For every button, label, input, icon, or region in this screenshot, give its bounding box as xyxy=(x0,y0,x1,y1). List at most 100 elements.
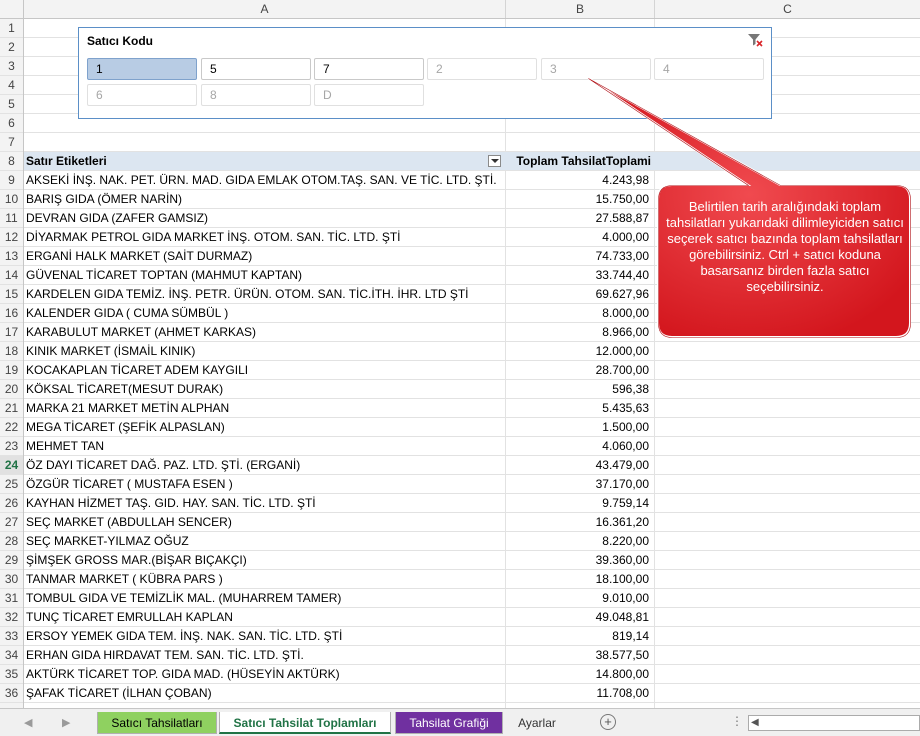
pivot-row-label[interactable]: KALENDER GIDA ( CUMA SÜMBÜL ) xyxy=(26,304,504,322)
pivot-row-label[interactable]: AKSEKİ İNŞ. NAK. PET. ÜRN. MAD. GIDA EML… xyxy=(26,171,504,189)
row-header[interactable]: 11 xyxy=(0,209,23,228)
row-header[interactable]: 34 xyxy=(0,646,23,665)
row-header[interactable]: 21 xyxy=(0,399,23,418)
row-header[interactable]: 6 xyxy=(0,114,23,133)
pivot-row-label[interactable]: ERSOY YEMEK GIDA TEM. İNŞ. NAK. SAN. TİC… xyxy=(26,627,504,645)
tab-split-handle-icon[interactable]: ⋮ xyxy=(731,714,743,728)
row-header[interactable]: 31 xyxy=(0,589,23,608)
pivot-row-label[interactable]: BARIŞ GIDA (ÖMER NARİN) xyxy=(26,190,504,208)
pivot-row-label[interactable]: DİYARMAK PETROL GIDA MARKET İNŞ. OTOM. S… xyxy=(26,228,504,246)
filter-dropdown-icon[interactable] xyxy=(488,155,501,167)
pivot-row-label[interactable]: ŞİMŞEK GROSS MAR.(BİŞAR BIÇAKÇI) xyxy=(26,551,504,569)
pivot-row-value[interactable]: 18.100,00 xyxy=(505,570,649,588)
pivot-row-value[interactable]: 74.733,00 xyxy=(505,247,649,265)
pivot-row[interactable]: AKTÜRK TİCARET TOP. GIDA MAD. (HÜSEYİN A… xyxy=(24,665,920,684)
pivot-row[interactable]: ŞAFAK TİCARET (İLHAN ÇOBAN) 11.708,00 xyxy=(24,684,920,703)
pivot-row[interactable]: MEHMET TAN 4.060,00 xyxy=(24,437,920,456)
row-header[interactable]: 13 xyxy=(0,247,23,266)
pivot-row[interactable]: TANMAR MARKET ( KÜBRA PARS ) 18.100,00 xyxy=(24,570,920,589)
pivot-row-value[interactable]: 14.800,00 xyxy=(505,665,649,683)
horizontal-scrollbar[interactable]: ◀ xyxy=(748,715,920,731)
row-header[interactable]: 29 xyxy=(0,551,23,570)
pivot-row-value[interactable]: 8.220,00 xyxy=(505,532,649,550)
pivot-row[interactable]: AKSEKİ İNŞ. NAK. PET. ÜRN. MAD. GIDA EML… xyxy=(24,171,920,190)
column-header-b[interactable]: B xyxy=(506,0,655,18)
pivot-row[interactable]: MARKA 21 MARKET METİN ALPHAN 5.435,63 xyxy=(24,399,920,418)
row-header[interactable]: 25 xyxy=(0,475,23,494)
pivot-row[interactable]: KOCAKAPLAN TİCARET ADEM KAYGILI 28.700,00 xyxy=(24,361,920,380)
slicer-item-d[interactable]: D xyxy=(314,84,424,106)
pivot-row-value[interactable]: 4.243,98 xyxy=(505,171,649,189)
pivot-row-value[interactable]: 38.577,50 xyxy=(505,646,649,664)
pivot-row[interactable]: KARABULUT MARKET (AHMET KARKAS) 8.966,00 xyxy=(24,323,920,342)
clear-filter-icon[interactable] xyxy=(747,32,763,48)
pivot-row-value[interactable]: 33.744,40 xyxy=(505,266,649,284)
pivot-row-value[interactable]: 596,38 xyxy=(505,380,649,398)
row-header[interactable]: 24 xyxy=(0,456,23,475)
pivot-row-value[interactable]: 43.479,00 xyxy=(505,456,649,474)
pivot-row-label[interactable]: KARABULUT MARKET (AHMET KARKAS) xyxy=(26,323,504,341)
pivot-row[interactable]: ÖZGÜR TİCARET ( MUSTAFA ESEN ) 37.170,00 xyxy=(24,475,920,494)
pivot-row-value[interactable]: 11.708,00 xyxy=(505,684,650,702)
empty-row[interactable] xyxy=(24,133,920,152)
next-sheet-icon[interactable]: ▶ xyxy=(62,716,70,729)
pivot-row-label[interactable]: SEÇ MARKET (ABDULLAH SENCER) xyxy=(26,513,504,531)
row-header[interactable]: 5 xyxy=(0,95,23,114)
slicer-item-4[interactable]: 4 xyxy=(654,58,764,80)
row-header[interactable]: 36 xyxy=(0,684,23,703)
pivot-row-label[interactable]: TANMAR MARKET ( KÜBRA PARS ) xyxy=(26,570,504,588)
slicer-item-7[interactable]: 7 xyxy=(314,58,424,80)
pivot-row-label[interactable]: KOCAKAPLAN TİCARET ADEM KAYGILI xyxy=(26,361,504,379)
pivot-row-value[interactable]: 8.966,00 xyxy=(505,323,649,341)
row-header[interactable]: 12 xyxy=(0,228,23,247)
slicer-item-3[interactable]: 3 xyxy=(541,58,651,80)
row-header[interactable]: 26 xyxy=(0,494,23,513)
pivot-row-label[interactable]: TOMBUL GIDA VE TEMİZLİK MAL. (MUHARREM T… xyxy=(26,589,504,607)
column-header-c[interactable]: C xyxy=(655,0,920,18)
pivot-row-label[interactable]: ŞAFAK TİCARET (İLHAN ÇOBAN) xyxy=(26,684,504,702)
row-header[interactable]: 35 xyxy=(0,665,23,684)
pivot-row-value[interactable]: 15.750,00 xyxy=(505,190,649,208)
row-header[interactable]: 2 xyxy=(0,38,23,57)
scroll-left-icon[interactable]: ◀ xyxy=(751,717,759,728)
row-header[interactable]: 14 xyxy=(0,266,23,285)
pivot-row-label[interactable]: KARDELEN GIDA TEMİZ. İNŞ. PETR. ÜRÜN. OT… xyxy=(26,285,504,303)
pivot-row-value[interactable]: 8.000,00 xyxy=(505,304,649,322)
row-header[interactable]: 8 xyxy=(0,152,23,171)
pivot-row[interactable]: KÖKSAL TİCARET(MESUT DURAK) 596,38 xyxy=(24,380,920,399)
pivot-row-label[interactable]: ERHAN GIDA HIRDAVAT TEM. SAN. TİC. LTD. … xyxy=(26,646,504,664)
pivot-row[interactable]: ÖZ DAYI TİCARET DAĞ. PAZ. LTD. ŞTİ. (ERG… xyxy=(24,456,920,475)
slicer-item-1[interactable]: 1 xyxy=(87,58,197,80)
tab-tahsilat-grafigi[interactable]: Tahsilat Grafiği xyxy=(395,712,503,734)
row-header[interactable]: 28 xyxy=(0,532,23,551)
slicer-item-6[interactable]: 6 xyxy=(87,84,197,106)
slicer-item-8[interactable]: 8 xyxy=(201,84,311,106)
pivot-row-label[interactable]: ERGANİ HALK MARKET (SAİT DURMAZ) xyxy=(26,247,504,265)
pivot-row[interactable]: ŞİMŞEK GROSS MAR.(BİŞAR BIÇAKÇI) 39.360,0… xyxy=(24,551,920,570)
tab-satici-tahsilatlari[interactable]: Satıcı Tahsilatları xyxy=(97,712,217,734)
pivot-row-label[interactable]: ÖZGÜR TİCARET ( MUSTAFA ESEN ) xyxy=(26,475,504,493)
row-header[interactable]: 15 xyxy=(0,285,23,304)
prev-sheet-icon[interactable]: ◀ xyxy=(24,716,32,729)
row-header[interactable]: 7 xyxy=(0,133,23,152)
row-header[interactable]: 17 xyxy=(0,323,23,342)
row-header[interactable]: 4 xyxy=(0,76,23,95)
pivot-row-label[interactable]: TUNÇ TİCARET EMRULLAH KAPLAN xyxy=(26,608,504,626)
tab-satici-tahsilat-toplamlari[interactable]: Satıcı Tahsilat Toplamları xyxy=(219,712,391,734)
pivot-row-value[interactable]: 1.500,00 xyxy=(505,418,649,436)
row-header[interactable]: 3 xyxy=(0,57,23,76)
pivot-row[interactable]: MEGA TİCARET (ŞEFİK ALPASLAN) 1.500,00 xyxy=(24,418,920,437)
pivot-row[interactable]: SEÇ MARKET-YILMAZ OĞUZ 8.220,00 xyxy=(24,532,920,551)
pivot-row-label[interactable]: KAYHAN HİZMET TAŞ. GID. HAY. SAN. TİC. L… xyxy=(26,494,504,512)
slicer-item-2[interactable]: 2 xyxy=(427,58,537,80)
pivot-row-value[interactable]: 4.060,00 xyxy=(505,437,649,455)
select-all-corner[interactable] xyxy=(0,0,24,18)
pivot-row-value[interactable]: 69.627,96 xyxy=(505,285,649,303)
row-header[interactable]: 10 xyxy=(0,190,23,209)
slicer-item-5[interactable]: 5 xyxy=(201,58,311,80)
row-header[interactable]: 16 xyxy=(0,304,23,323)
row-header[interactable]: 32 xyxy=(0,608,23,627)
pivot-row[interactable]: ERHAN GIDA HIRDAVAT TEM. SAN. TİC. LTD. … xyxy=(24,646,920,665)
pivot-row-value[interactable]: 9.010,00 xyxy=(505,589,649,607)
pivot-header-row[interactable]: Satır Etiketleri Toplam TahsilatToplami xyxy=(24,152,920,171)
